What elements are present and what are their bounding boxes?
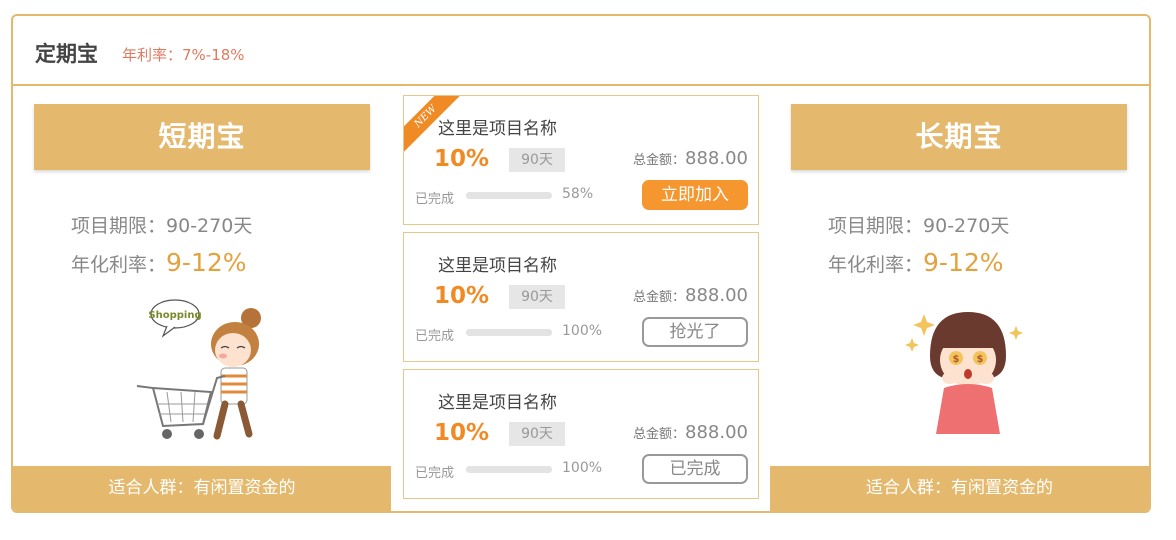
completed-button[interactable]: 已完成 xyxy=(642,454,748,484)
svg-text:Shopping: Shopping xyxy=(148,310,201,321)
progress-bar xyxy=(466,329,552,336)
progress-bar xyxy=(466,192,552,199)
project-rate: 10% xyxy=(434,146,490,172)
annual-rate-range: 年利率：7%-18% xyxy=(122,46,245,64)
panel-title: 定期宝 xyxy=(35,42,98,66)
progress-fill xyxy=(466,329,552,336)
progress-fill xyxy=(466,466,552,473)
long-term-banner[interactable]: 长期宝 xyxy=(791,104,1127,170)
completed-label: 已完成 xyxy=(415,192,455,207)
short-term-audience: 适合人群：有闲置资金的 xyxy=(13,466,391,511)
project-card[interactable]: NEW 这里是项目名称 10% 90天 总金额：888.00 已完成 58% 立… xyxy=(403,95,759,225)
progress-percent: 100% xyxy=(562,460,603,476)
completed-label: 已完成 xyxy=(415,329,455,344)
long-term-rate: 年化利率：9-12% xyxy=(828,248,1004,277)
progress-percent: 58% xyxy=(562,186,594,202)
shopping-girl-illustration: Shopping xyxy=(136,299,261,440)
long-term-period: 项目期限：90-270天 xyxy=(828,215,1010,237)
project-rate: 10% xyxy=(434,420,490,446)
progress-percent: 100% xyxy=(562,323,603,339)
project-list: NEW 这里是项目名称 10% 90天 总金额：888.00 已完成 58% 立… xyxy=(391,86,770,511)
svg-text:$: $ xyxy=(977,354,984,365)
short-term-period: 项目期限：90-270天 xyxy=(71,215,253,237)
project-total: 总金额：888.00 xyxy=(633,422,748,443)
project-total: 总金额：888.00 xyxy=(633,285,748,306)
money-eyes-girl-illustration: $ $ xyxy=(905,312,1023,434)
sold-out-button[interactable]: 抢光了 xyxy=(642,317,748,347)
long-term-panel: 长期宝 项目期限：90-270天 年化利率：9-12% $ $ xyxy=(770,86,1148,466)
project-duration: 90天 xyxy=(509,422,565,446)
short-term-panel: 短期宝 项目期限：90-270天 年化利率：9-12% Shopping xyxy=(13,86,391,466)
product-panel: 定期宝 年利率：7%-18% 短期宝 项目期限：90-270天 年化利率：9-1… xyxy=(11,14,1151,513)
project-card[interactable]: 这里是项目名称 10% 90天 总金额：888.00 已完成 100% 已完成 xyxy=(403,369,759,499)
short-term-banner[interactable]: 短期宝 xyxy=(34,104,370,170)
short-term-rate: 年化利率：9-12% xyxy=(71,248,247,277)
panel-header: 定期宝 年利率：7%-18% xyxy=(13,16,1149,86)
project-name[interactable]: 这里是项目名称 xyxy=(438,114,557,139)
progress-fill xyxy=(466,192,516,199)
join-now-button[interactable]: 立即加入 xyxy=(642,180,748,210)
long-term-audience: 适合人群：有闲置资金的 xyxy=(770,466,1149,511)
project-name[interactable]: 这里是项目名称 xyxy=(438,251,557,276)
project-card[interactable]: 这里是项目名称 10% 90天 总金额：888.00 已完成 100% 抢光了 xyxy=(403,232,759,362)
project-duration: 90天 xyxy=(509,285,565,309)
project-name[interactable]: 这里是项目名称 xyxy=(438,388,557,413)
svg-text:$: $ xyxy=(953,354,960,365)
project-duration: 90天 xyxy=(509,148,565,172)
project-rate: 10% xyxy=(434,283,490,309)
project-total: 总金额：888.00 xyxy=(633,148,748,169)
completed-label: 已完成 xyxy=(415,466,455,481)
progress-bar xyxy=(466,466,552,473)
